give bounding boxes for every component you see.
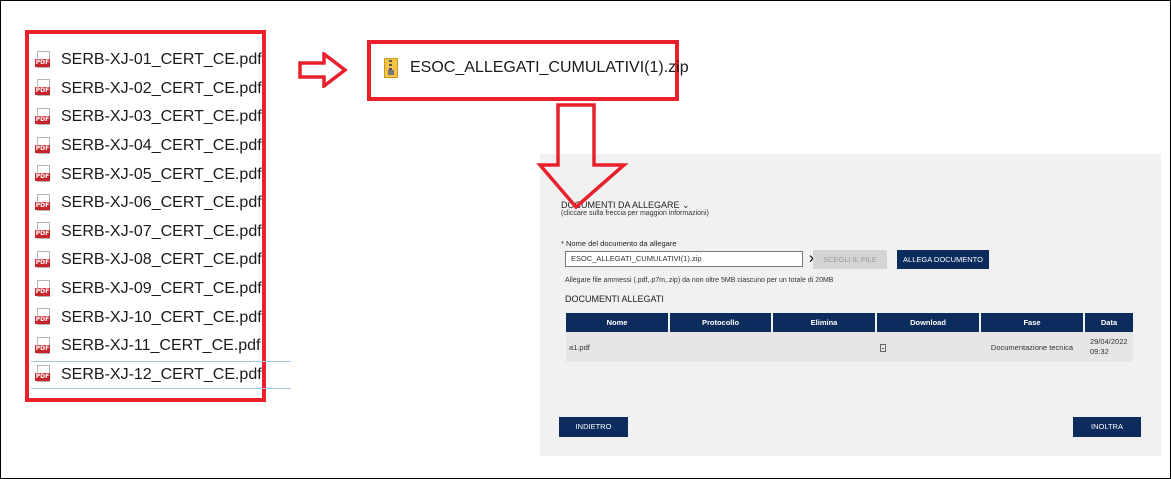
section-subtitle: (cliccare sulla freccia per maggiori inf… (561, 210, 709, 217)
col-header-elimina: Elimina (771, 313, 876, 332)
table-header-row: Nome Protocollo Elimina Download Fase Da… (566, 313, 1133, 332)
file-item[interactable]: PDF SERB-XJ-02_CERT_CE.pdf (35, 75, 295, 104)
file-name: SERB-XJ-03_CERT_CE.pdf (61, 108, 262, 126)
file-item[interactable]: PDF SERB-XJ-08_CERT_CE.pdf (35, 246, 295, 275)
cell-nome: a1.pdf (566, 332, 669, 362)
attached-docs-table: Nome Protocollo Elimina Download Fase Da… (566, 313, 1133, 362)
file-name: SERB-XJ-06_CERT_CE.pdf (61, 194, 262, 212)
file-item[interactable]: PDF SERB-XJ-05_CERT_CE.pdf (35, 160, 295, 189)
file-name: SERB-XJ-09_CERT_CE.pdf (61, 280, 262, 298)
file-item[interactable]: PDF SERB-XJ-01_CERT_CE.pdf (35, 46, 295, 75)
col-header-download: Download (875, 313, 980, 332)
col-header-nome: Nome (566, 313, 669, 332)
pdf-icon: PDF (35, 79, 51, 98)
file-name: SERB-XJ-07_CERT_CE.pdf (61, 222, 262, 240)
file-name: SERB-XJ-05_CERT_CE.pdf (61, 165, 262, 183)
zip-archive-icon (384, 58, 398, 78)
cell-download (876, 332, 980, 362)
cell-elimina (772, 332, 876, 362)
pdf-icon: PDF (35, 336, 51, 356)
file-item[interactable]: PDF SERB-XJ-04_CERT_CE.pdf (35, 132, 295, 161)
col-header-data: Data (1083, 313, 1133, 332)
cell-data-date: 29/04/2022 (1090, 337, 1128, 346)
file-item[interactable]: PDF SERB-XJ-11_CERT_CE.pdf (35, 332, 295, 361)
pdf-icon: PDF (35, 308, 51, 327)
pdf-icon: PDF (35, 165, 51, 184)
cell-protocollo (669, 332, 772, 362)
cell-data-time: 09:32 (1090, 347, 1109, 356)
file-name: SERB-XJ-08_CERT_CE.pdf (61, 251, 262, 269)
pdf-icon: PDF (35, 279, 51, 299)
file-list: PDF SERB-XJ-01_CERT_CE.pdf PDF SERB-XJ-02_… (31, 46, 295, 390)
file-name: SERB-XJ-10_CERT_CE.pdf (61, 308, 262, 326)
pdf-icon: PDF (35, 222, 51, 241)
pdf-icon: PDF (35, 250, 51, 270)
file-name: SERB-XJ-12_CERT_CE.pdf (61, 365, 262, 383)
choose-file-button[interactable]: SCEGLI IL FILE (813, 250, 887, 269)
file-item[interactable]: PDF SERB-XJ-10_CERT_CE.pdf (35, 303, 295, 332)
pdf-icon: PDF (35, 50, 51, 70)
pdf-icon: PDF (35, 193, 51, 213)
document-download-icon[interactable] (880, 343, 886, 352)
zip-file-name: ESOC_ALLEGATI_CUMULATIVI(1).zip (410, 59, 689, 76)
pdf-icon: PDF (35, 365, 51, 384)
col-header-protocollo: Protocollo (668, 313, 772, 332)
attached-docs-title: DOCUMENTI ALLEGATI (565, 294, 664, 304)
pdf-icon: PDF (35, 107, 51, 127)
forward-button[interactable]: INOLTRA (1073, 417, 1141, 437)
file-name: SERB-XJ-02_CERT_CE.pdf (61, 79, 262, 97)
field-label: * Nome del documento da allegare (561, 239, 677, 248)
allowed-files-note: Allegare file ammessi (.pdf,.p7m,.zip) d… (565, 277, 834, 284)
table-row: a1.pdf Documentazione tecnica 29/04/2022… (566, 332, 1133, 362)
file-item-selected[interactable]: PDF SERB-XJ-12_CERT_CE.pdf (31, 360, 291, 390)
document-name-input[interactable]: ESOC_ALLEGATI_CUMULATIVI(1).zip (565, 251, 803, 267)
file-item[interactable]: PDF SERB-XJ-03_CERT_CE.pdf (35, 103, 295, 132)
zip-file-item[interactable]: ESOC_ALLEGATI_CUMULATIVI(1).zip (384, 58, 689, 78)
attach-document-button[interactable]: ALLEGA DOCUMENTO (897, 250, 989, 269)
cell-data: 29/04/2022 09:32 (1084, 332, 1133, 362)
back-button[interactable]: INDIETRO (559, 417, 628, 437)
cell-fase: Documentazione tecnica (980, 332, 1084, 362)
pdf-icon: PDF (35, 136, 51, 156)
file-name: SERB-XJ-04_CERT_CE.pdf (61, 137, 262, 155)
file-name: SERB-XJ-01_CERT_CE.pdf (61, 51, 262, 69)
file-name: SERB-XJ-11_CERT_CE.pdf (61, 337, 261, 355)
file-item[interactable]: PDF SERB-XJ-06_CERT_CE.pdf (35, 189, 295, 218)
col-header-fase: Fase (979, 313, 1084, 332)
arrow-right-icon (298, 52, 348, 88)
file-item[interactable]: PDF SERB-XJ-09_CERT_CE.pdf (35, 275, 295, 304)
arrow-down-icon (536, 103, 629, 210)
file-item[interactable]: PDF SERB-XJ-07_CERT_CE.pdf (35, 218, 295, 247)
